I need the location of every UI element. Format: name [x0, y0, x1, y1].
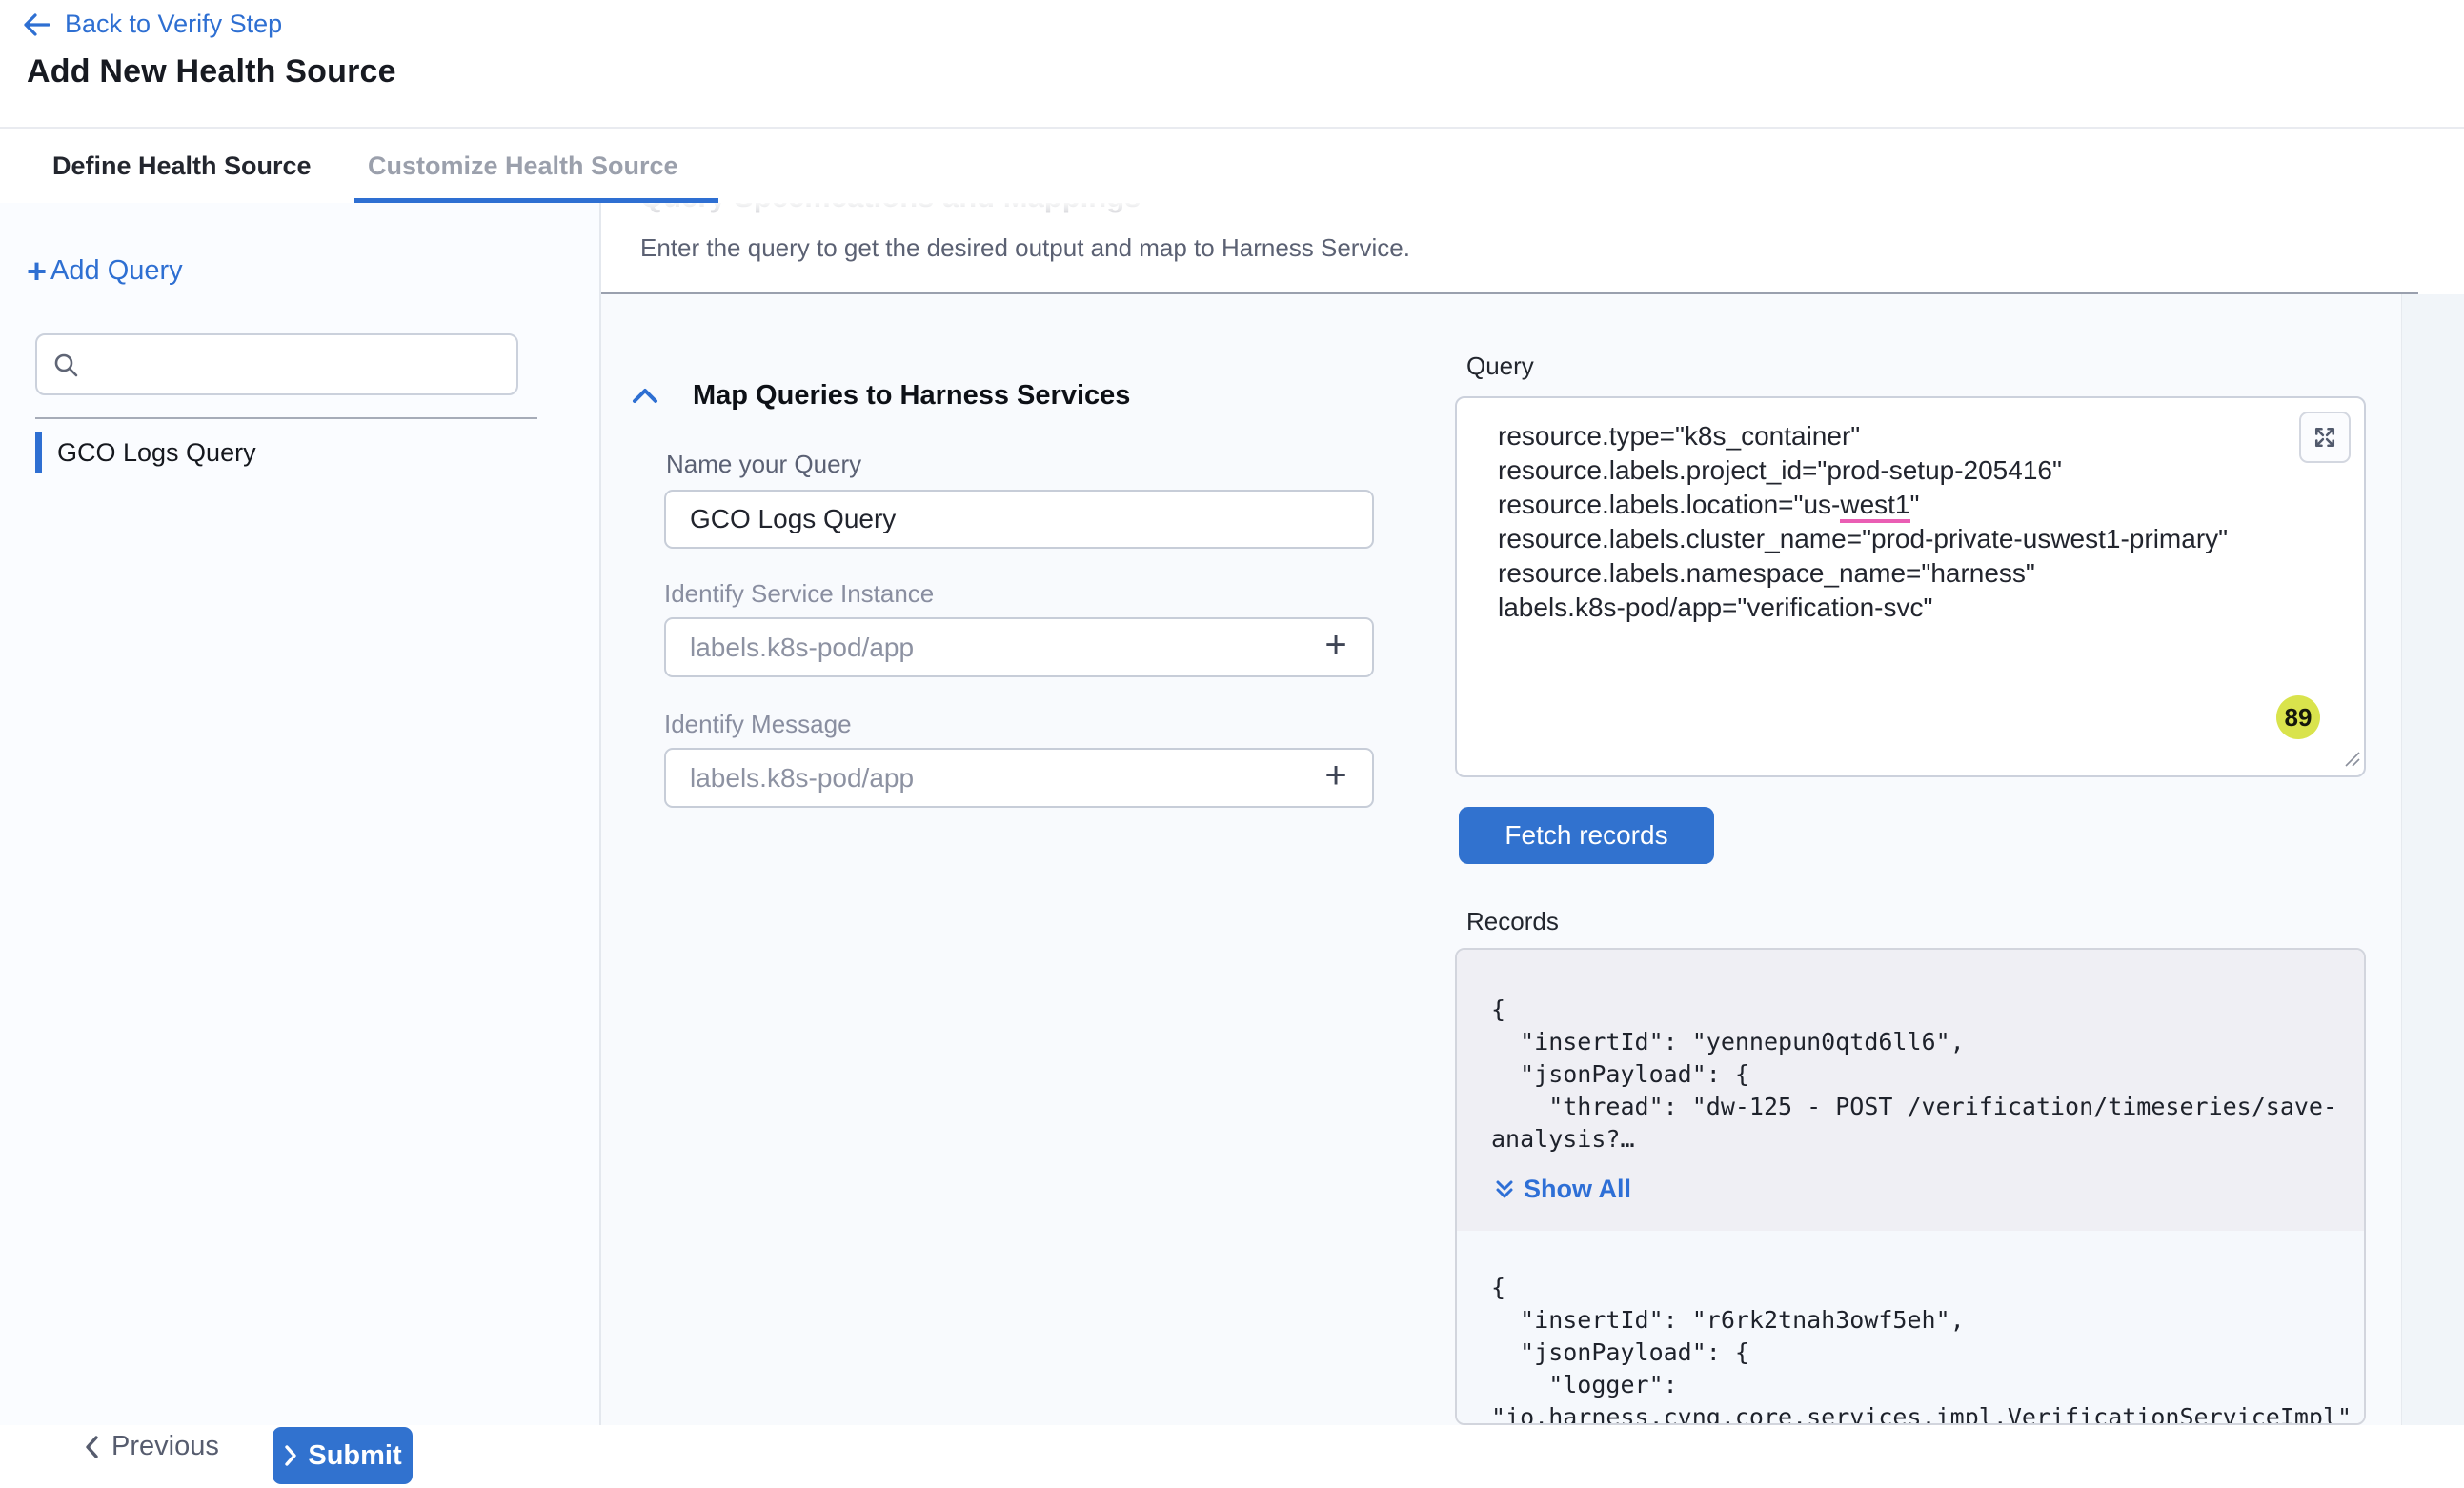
search-input[interactable] [89, 349, 516, 380]
page-background-strip [2401, 294, 2464, 1425]
add-service-instance-icon[interactable]: + [1317, 628, 1355, 666]
service-instance-input[interactable] [664, 617, 1374, 677]
plus-icon: + [27, 256, 47, 287]
expand-query-button[interactable] [2299, 412, 2351, 463]
previous-label: Previous [111, 1431, 219, 1462]
query-textarea[interactable]: resource.type="k8s_container" resource.l… [1455, 396, 2366, 777]
page-title: Add New Health Source [27, 53, 396, 90]
section-header: Query Specifications and Mappings Enter … [601, 203, 2464, 294]
grammar-count-badge[interactable]: 89 [2276, 695, 2320, 739]
collapse-section-button[interactable] [632, 387, 658, 411]
chevron-left-icon [83, 1435, 100, 1459]
expand-icon [2312, 424, 2338, 451]
show-all-link[interactable]: Show All [1495, 1175, 1631, 1204]
map-queries-heading: Map Queries to Harness Services [693, 380, 1130, 412]
fetch-records-button[interactable]: Fetch records [1459, 807, 1714, 864]
records-label: Records [1466, 907, 1559, 936]
sidebar-divider [35, 417, 537, 419]
chevron-right-icon [283, 1444, 298, 1467]
identify-service-instance-label: Identify Service Instance [664, 579, 934, 609]
record-card: { "insertId": "yennepun0qtd6ll6", "jsonP… [1457, 950, 2364, 1231]
previous-button[interactable]: Previous [83, 1431, 219, 1462]
tab-bar: Define Health Source Customize Health So… [0, 127, 2464, 205]
name-query-label: Name your Query [666, 450, 861, 479]
query-name-input[interactable] [664, 490, 1374, 549]
section-subtitle: Enter the query to get the desired outpu… [640, 233, 1410, 263]
show-all-label: Show All [1524, 1175, 1631, 1204]
record-json: { "insertId": "r6rk2tnah3owf5eh", "jsonP… [1491, 1272, 2345, 1425]
add-query-button[interactable]: + Add Query [27, 255, 183, 287]
sidebar-item-gco-logs-query[interactable]: GCO Logs Query [0, 431, 534, 474]
tab-customize-health-source[interactable]: Customize Health Source [368, 151, 678, 181]
identify-message-label: Identify Message [664, 710, 852, 739]
tab-define-health-source[interactable]: Define Health Source [52, 151, 312, 181]
submit-label: Submit [308, 1440, 401, 1472]
selected-indicator [35, 432, 42, 473]
query-text: resource.type="k8s_container" resource.l… [1498, 419, 2228, 625]
footer-bar: Previous Submit [0, 1425, 2464, 1488]
query-item-label: GCO Logs Query [57, 438, 256, 468]
query-label: Query [1466, 352, 1534, 381]
resize-grip-icon [2341, 748, 2362, 769]
query-search-box [35, 333, 518, 395]
double-chevron-down-icon [1495, 1179, 1514, 1200]
add-query-label: Add Query [50, 255, 183, 287]
record-json: { "insertId": "yennepun0qtd6ll6", "jsonP… [1491, 994, 2345, 1156]
back-arrow-icon [21, 12, 51, 37]
chevron-up-icon [632, 387, 658, 406]
add-message-icon[interactable]: + [1317, 758, 1355, 796]
records-panel: { "insertId": "yennepun0qtd6ll6", "jsonP… [1455, 948, 2366, 1425]
submit-button[interactable]: Submit [273, 1427, 413, 1484]
search-icon [52, 352, 79, 378]
resize-handle[interactable] [2341, 748, 2362, 774]
back-link[interactable]: Back to Verify Step [21, 10, 282, 39]
record-card: { "insertId": "r6rk2tnah3owf5eh", "jsonP… [1457, 1231, 2364, 1425]
back-link-label: Back to Verify Step [65, 10, 282, 39]
message-input[interactable] [664, 748, 1374, 808]
